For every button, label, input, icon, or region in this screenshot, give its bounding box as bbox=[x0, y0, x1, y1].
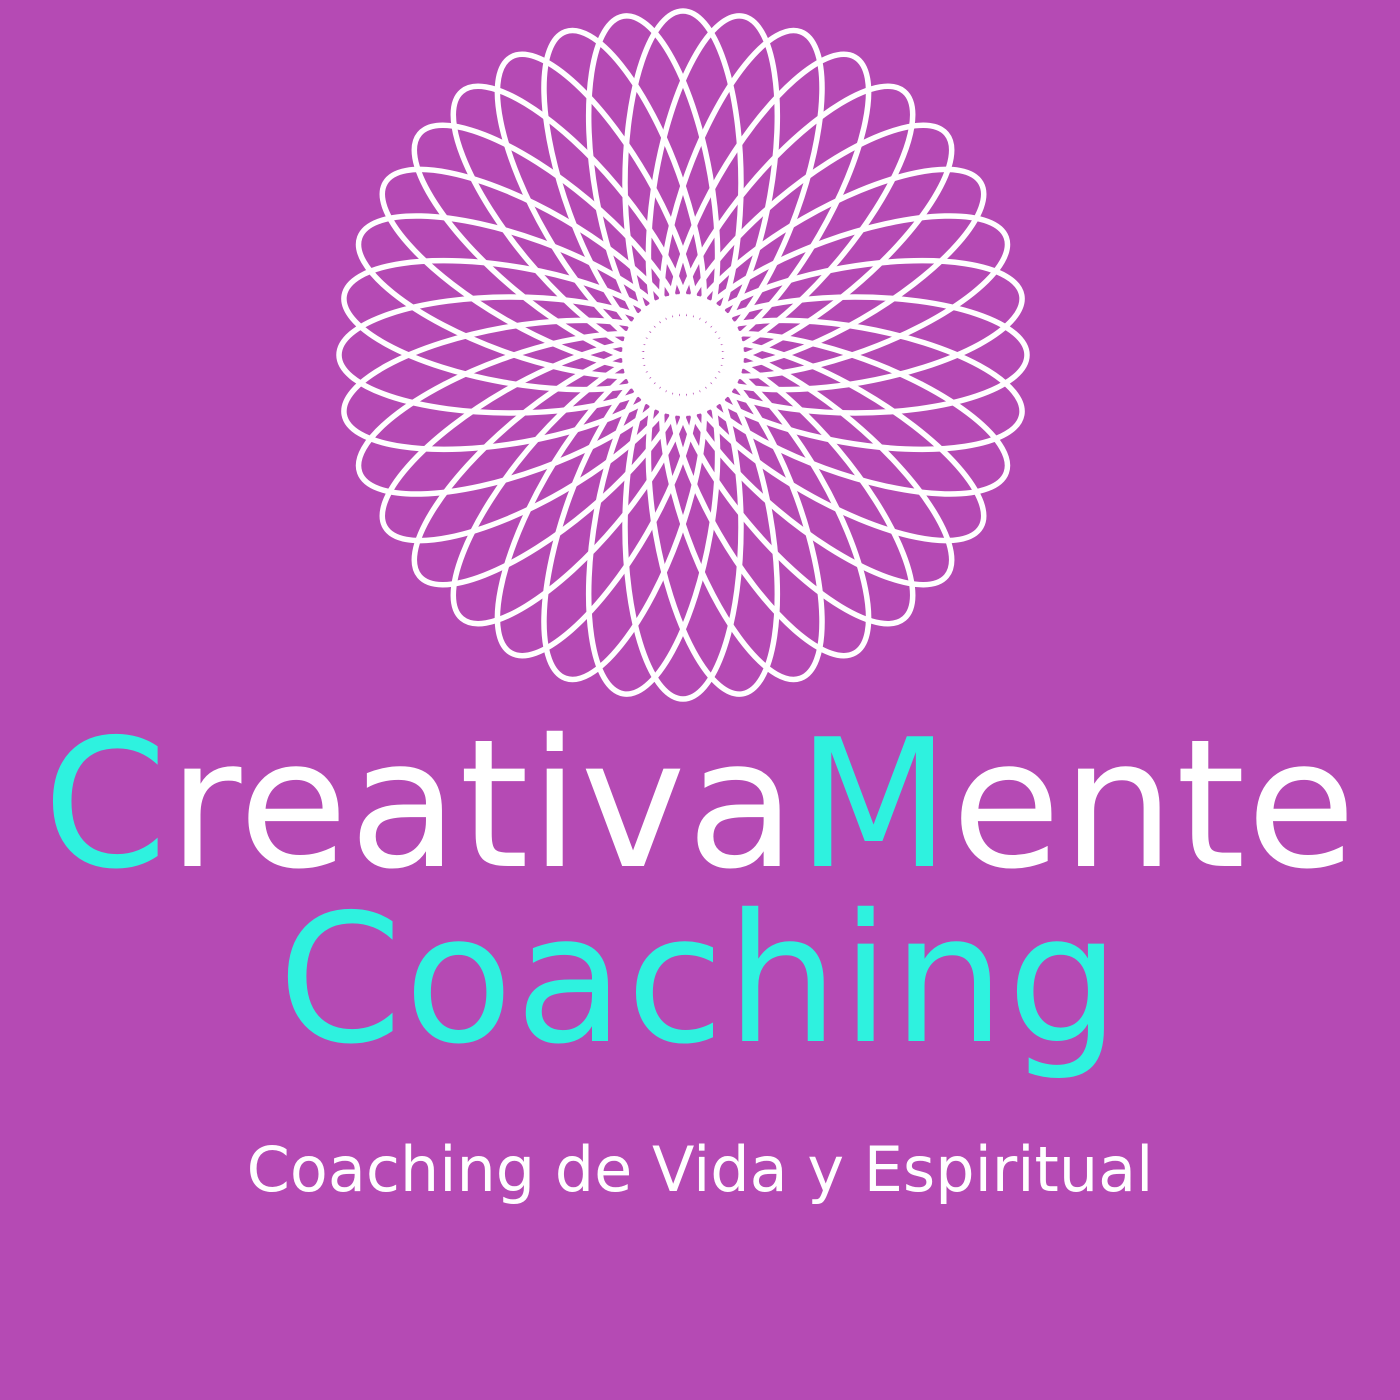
spirograph-mandala-icon bbox=[336, 8, 1030, 702]
brand-name: CreativaMente bbox=[0, 705, 1400, 905]
brand-initial-c: C bbox=[42, 701, 169, 908]
tagline: Coaching de Vida y Espiritual bbox=[246, 1133, 1154, 1206]
brand-subtitle: Coaching bbox=[277, 876, 1123, 1083]
